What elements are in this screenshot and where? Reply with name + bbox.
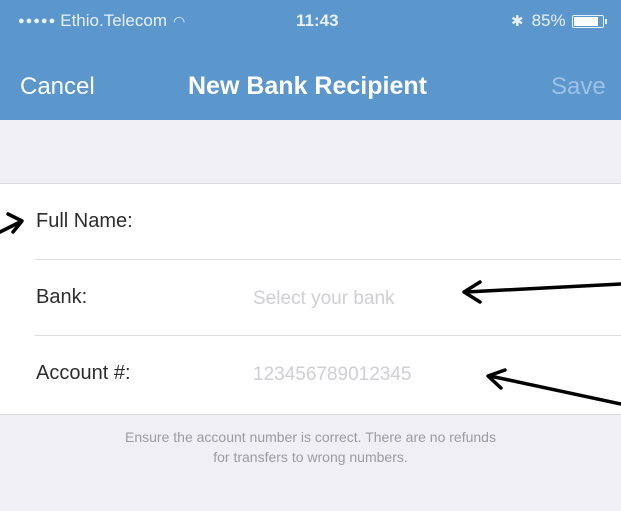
- account-label: Account #:: [36, 362, 131, 384]
- bank-label: Bank:: [36, 286, 88, 308]
- bank-select[interactable]: Select your bank: [253, 288, 395, 310]
- screen: ●●●●● Ethio.Telecom ◠ 11:43 ✱ 85% Cancel…: [0, 0, 621, 511]
- wifi-icon: ◠: [173, 12, 186, 29]
- battery-fill: [573, 16, 598, 26]
- navigation-bar: Cancel New Bank Recipient Save: [0, 58, 621, 108]
- status-time: 11:43: [296, 11, 339, 30]
- bluetooth-icon: ✱: [511, 13, 524, 30]
- account-row[interactable]: Account #: 123456789012345: [0, 336, 621, 412]
- battery-icon: [571, 14, 607, 28]
- full-name-label: Full Name:: [36, 210, 133, 232]
- carrier-group: ●●●●● Ethio.Telecom ◠: [18, 11, 185, 31]
- page-title: New Bank Recipient: [188, 72, 427, 100]
- account-number-input[interactable]: 123456789012345: [253, 364, 412, 386]
- recipient-form: Full Name: Bank: Select your bank Accoun…: [0, 183, 621, 415]
- note-line-1: Ensure the account number is correct. Th…: [125, 429, 496, 445]
- battery-percent: 85%: [531, 11, 566, 30]
- carrier-name: Ethio.Telecom: [60, 11, 168, 30]
- status-bar: ●●●●● Ethio.Telecom ◠ 11:43 ✱ 85%: [0, 0, 621, 38]
- battery-nub: [604, 18, 607, 24]
- save-button[interactable]: Save: [551, 73, 606, 101]
- header-bar: ●●●●● Ethio.Telecom ◠ 11:43 ✱ 85% Cancel…: [0, 0, 621, 120]
- bank-row[interactable]: Bank: Select your bank: [0, 260, 621, 336]
- signal-strength-icon: ●●●●●: [18, 15, 57, 27]
- cancel-button[interactable]: Cancel: [20, 73, 95, 101]
- note-line-2: for transfers to wrong numbers.: [213, 449, 408, 465]
- battery-group: ✱ 85%: [511, 11, 607, 31]
- account-warning-note: Ensure the account number is correct. Th…: [0, 427, 621, 467]
- full-name-row[interactable]: Full Name:: [0, 184, 621, 260]
